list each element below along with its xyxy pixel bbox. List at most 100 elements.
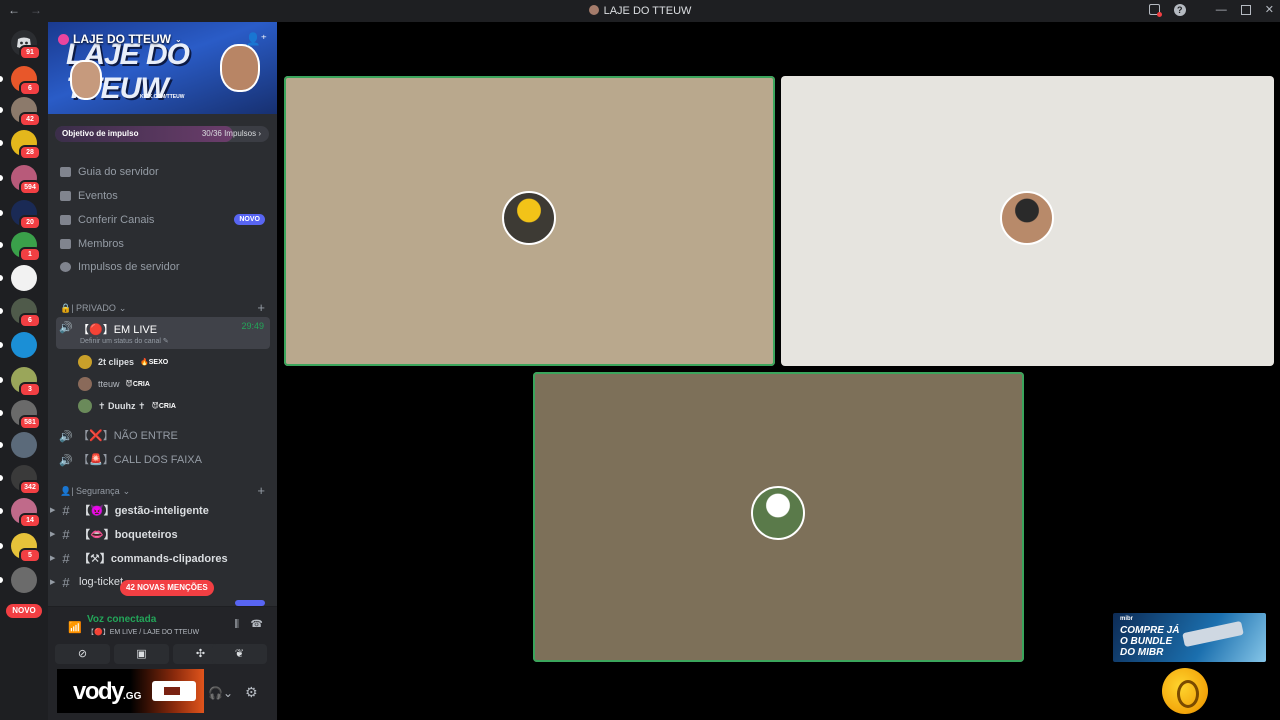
chevron-down-icon: ⌄ bbox=[122, 486, 131, 496]
hash-icon: # bbox=[62, 574, 70, 590]
server-icon bbox=[588, 5, 599, 15]
server-icon[interactable]: 1 bbox=[11, 232, 41, 262]
unread-pill-indicator bbox=[0, 410, 3, 416]
new-mentions-pill[interactable]: 42 NOVAS MENÇÕES bbox=[120, 580, 214, 596]
voice-channel-call-dos-faixa[interactable]: 🔊 【🚨】CALL DOS FAIXA bbox=[56, 448, 270, 470]
server-icon[interactable] bbox=[11, 567, 37, 593]
nav-server-boosts[interactable]: Impulsos de servidor bbox=[60, 257, 180, 277]
inbox-icon[interactable] bbox=[1148, 4, 1162, 17]
text-channel[interactable]: ▶ # 【👿】gestão-inteligente bbox=[50, 499, 270, 521]
camera-off-button[interactable]: ⊘ bbox=[55, 644, 110, 664]
unread-pill-indicator bbox=[0, 140, 3, 146]
boost-goal-label: Objetivo de impulso bbox=[62, 129, 139, 138]
unread-badge: 6 bbox=[19, 313, 41, 328]
window-title-text: LAJE DO TTEUW bbox=[603, 5, 692, 17]
headphones-icon[interactable]: 🎧⌄ bbox=[208, 686, 233, 700]
nav-events[interactable]: Eventos bbox=[60, 186, 118, 206]
direct-messages-button[interactable]: 91 bbox=[11, 30, 41, 60]
soundboard-button[interactable]: ❦ bbox=[212, 644, 267, 664]
server-icon[interactable]: 6 bbox=[11, 66, 41, 96]
voice-channel-em-live[interactable]: 🔊 【🔴】EM LIVE 29:49 Definir um status do … bbox=[56, 317, 270, 349]
invite-people-icon[interactable]: 👤⁺ bbox=[246, 32, 267, 46]
server-icon[interactable]: 28 bbox=[11, 130, 41, 160]
noise-suppression-icon[interactable]: ⫼ bbox=[234, 619, 239, 630]
signal-icon[interactable]: 📶 bbox=[68, 621, 82, 634]
hash-icon: # bbox=[62, 550, 70, 566]
unread-pill-indicator bbox=[0, 442, 3, 448]
unread-badge: 20 bbox=[19, 215, 41, 230]
profile-nameplate[interactable]: vody.GG bbox=[57, 669, 204, 713]
server-icon[interactable] bbox=[11, 265, 37, 291]
unread-pill-indicator bbox=[0, 577, 3, 583]
close-button[interactable]: ✕ bbox=[1265, 3, 1274, 16]
unread-badge: 594 bbox=[19, 180, 41, 195]
gear-icon[interactable]: ⚙ bbox=[245, 684, 258, 701]
category-seguranca[interactable]: 👤| Segurança ⌄ bbox=[60, 486, 130, 497]
voice-status[interactable]: Voz conectada bbox=[87, 614, 156, 625]
camera-off-icon: ⊘ bbox=[77, 648, 88, 660]
members-icon bbox=[60, 239, 71, 249]
server-name-dropdown[interactable]: LAJE DO TTEUW ⌄ bbox=[58, 32, 182, 46]
participant-tile[interactable] bbox=[284, 76, 775, 366]
server-icon[interactable] bbox=[11, 432, 37, 458]
screen-share-icon: ▣ bbox=[136, 648, 147, 660]
server-icon[interactable]: 14 bbox=[11, 498, 41, 528]
banner-face-right bbox=[220, 44, 260, 92]
create-channel-button[interactable]: + bbox=[257, 483, 265, 498]
channel-status-prompt[interactable]: Definir um status do canal ✎ bbox=[80, 337, 169, 345]
server-icon[interactable]: 594 bbox=[11, 165, 41, 195]
expand-caret-icon: ▶ bbox=[50, 579, 56, 586]
chevron-down-icon: ⌄ bbox=[118, 303, 127, 313]
nav-server-guide[interactable]: Guia do servidor bbox=[60, 162, 159, 182]
participant-tile[interactable] bbox=[781, 76, 1274, 366]
boost-goal-bar[interactable]: Objetivo de impulso 30/36 Impulsos › bbox=[55, 126, 269, 142]
server-icon[interactable] bbox=[11, 332, 37, 358]
voice-participant[interactable]: tteuw 😈CRIA bbox=[78, 375, 150, 393]
text-channel[interactable]: ▶ # 【👄】boqueteiros bbox=[50, 523, 270, 545]
new-unreads-pill[interactable]: NOVO bbox=[6, 604, 42, 618]
mibr-bundle-promo[interactable]: mibr COMPRE JÁ O BUNDLE DO MIBR bbox=[1113, 613, 1266, 662]
promo-weapon-image bbox=[1182, 620, 1244, 648]
unread-badge: 3 bbox=[19, 382, 41, 397]
unread-pill-indicator bbox=[0, 508, 3, 514]
unread-badge: 5 bbox=[19, 548, 41, 563]
server-icon[interactable]: 3 bbox=[11, 367, 41, 397]
disconnect-icon[interactable]: ☎ bbox=[251, 619, 263, 630]
server-icon[interactable]: 5 bbox=[11, 533, 41, 563]
minimize-button[interactable]: — bbox=[1216, 4, 1227, 16]
window-titlebar: ← → LAJE DO TTEUW ? — ✕ bbox=[0, 0, 1280, 22]
nav-browse-channels[interactable]: Conferir Canais bbox=[60, 210, 154, 230]
nav-members[interactable]: Membros bbox=[60, 234, 124, 254]
text-channel[interactable]: ▶ # 【⚒】commands-clipadores bbox=[50, 547, 270, 569]
server-icon[interactable]: 581 bbox=[11, 400, 41, 430]
server-icon[interactable]: 342 bbox=[11, 465, 41, 495]
help-icon[interactable]: ? bbox=[1173, 3, 1186, 16]
coin-icon[interactable] bbox=[1162, 668, 1208, 714]
channel-name: log-ticket bbox=[79, 576, 124, 588]
server-name: LAJE DO TTEUW bbox=[73, 32, 171, 46]
unread-badge: 14 bbox=[19, 513, 41, 528]
list-icon bbox=[60, 215, 71, 225]
participant-tag: 🔥SEXO bbox=[140, 359, 169, 366]
voice-participant[interactable]: 2t clipes 🔥SEXO bbox=[78, 353, 168, 371]
screen-share-button[interactable]: ▣ bbox=[114, 644, 169, 664]
category-private[interactable]: 🔒| PRIVADO ⌄ bbox=[60, 303, 126, 314]
channel-name: 【👄】boqueteiros bbox=[79, 529, 178, 541]
promo-text: COMPRE JÁ O BUNDLE DO MIBR bbox=[1120, 625, 1180, 658]
create-channel-button[interactable]: + bbox=[257, 300, 265, 315]
banner-subtext: KICK.COM/TTEUW bbox=[140, 94, 185, 100]
server-icon[interactable]: 6 bbox=[11, 298, 41, 328]
unread-badge: 1 bbox=[19, 247, 41, 262]
voice-channel-nao-entre[interactable]: 🔊 【❌】NÃO ENTRE bbox=[56, 424, 270, 446]
voice-channel-path[interactable]: 【🔴】EM LIVE / LAJE DO TTEUW bbox=[87, 627, 199, 637]
avatar bbox=[78, 399, 92, 413]
voice-participant[interactable]: ✝ Duuhz ✝ 😈CRIA bbox=[78, 397, 176, 415]
channel-name: 【⚒】commands-clipadores bbox=[79, 553, 228, 565]
calendar-icon bbox=[60, 191, 71, 201]
server-icon[interactable]: 42 bbox=[11, 97, 41, 127]
participant-name: ✝ Duuhz ✝ bbox=[98, 400, 146, 411]
server-icon[interactable]: 20 bbox=[11, 200, 41, 230]
expand-caret-icon: ▶ bbox=[50, 555, 56, 562]
maximize-button[interactable] bbox=[1240, 4, 1251, 15]
participant-tile[interactable] bbox=[533, 372, 1024, 662]
